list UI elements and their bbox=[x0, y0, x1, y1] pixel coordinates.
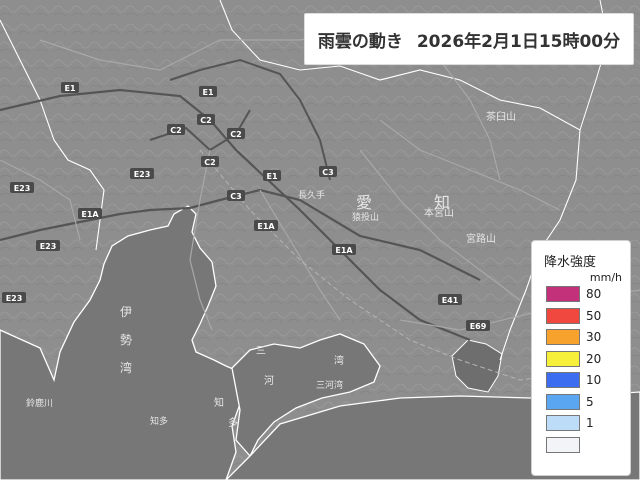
rain-radar-map: C2 C2 C2 C2 C3 C3 E1 E1 E1 E1A E1A E1A E23 E23 E23 E23 E… bbox=[0, 0, 640, 480]
place-label: 三 bbox=[256, 346, 266, 357]
legend-title: 降水強度 bbox=[544, 255, 597, 270]
road-shield-label: E69 bbox=[470, 322, 487, 331]
place-label: 知多 bbox=[150, 415, 168, 427]
place-label: 鈴鹿川 bbox=[26, 397, 53, 409]
place-label: 湾 bbox=[120, 360, 132, 375]
legend-label: 20 bbox=[586, 351, 602, 366]
place-label: 三河湾 bbox=[316, 379, 343, 391]
place-label: 長久手 bbox=[298, 189, 325, 201]
legend-swatch bbox=[546, 350, 580, 367]
road-shield-label: E23 bbox=[6, 294, 23, 303]
road-shield-label: E23 bbox=[134, 170, 151, 179]
road-shield-label: E1A bbox=[257, 222, 275, 231]
road-shield-label: E23 bbox=[40, 242, 57, 251]
legend-swatch bbox=[546, 286, 580, 302]
place-label: 湾 bbox=[334, 354, 344, 367]
legend-label: 50 bbox=[586, 308, 602, 323]
title-timestamp: 2026年2月1日15時00分 bbox=[416, 31, 621, 52]
road-shield-label: C3 bbox=[322, 168, 333, 177]
place-label: 知 bbox=[214, 396, 224, 409]
legend-swatch bbox=[546, 415, 580, 431]
place-label: 多 bbox=[228, 416, 238, 429]
legend-swatch bbox=[546, 307, 580, 324]
place-label: 宮路山 bbox=[466, 232, 496, 245]
legend-swatch bbox=[546, 393, 580, 410]
legend-label: 5 bbox=[586, 394, 594, 409]
legend-swatch bbox=[546, 329, 580, 345]
legend-label: 30 bbox=[586, 330, 602, 344]
region-label-chi: 知 bbox=[434, 193, 450, 212]
place-label: 猿投山 bbox=[352, 211, 379, 223]
legend-label: 80 bbox=[586, 287, 602, 301]
legend-swatch bbox=[546, 372, 580, 388]
place-label: 河 bbox=[264, 375, 274, 387]
legend-label: 1 bbox=[586, 416, 594, 430]
road-shield-label: E1 bbox=[266, 172, 277, 181]
region-label-ai: 愛 bbox=[356, 193, 372, 212]
precipitation-legend: 降水強度 mm/h 80 50 30 20 10 5 1 bbox=[531, 240, 631, 476]
place-label: 伊 bbox=[120, 305, 132, 319]
road-shield-label: E1A bbox=[335, 246, 353, 255]
road-shield-label: C2 bbox=[204, 158, 215, 167]
road-shield-label: C2 bbox=[170, 126, 181, 135]
legend-label: 10 bbox=[586, 373, 602, 387]
legend-swatch bbox=[546, 436, 580, 453]
place-label: 勢 bbox=[120, 332, 132, 347]
title-heading: 雨雲の動き bbox=[317, 31, 403, 52]
road-shield-label: C3 bbox=[230, 192, 241, 201]
road-shield-label: E41 bbox=[442, 296, 459, 305]
place-label: 茶臼山 bbox=[486, 110, 516, 123]
road-shield-label: E23 bbox=[14, 184, 31, 193]
legend-unit: mm/h bbox=[589, 271, 622, 284]
road-shield-label: E1 bbox=[202, 88, 213, 97]
title-banner: 雨雲の動き 2026年2月1日15時00分 bbox=[304, 13, 634, 65]
road-shield-label: E1 bbox=[64, 84, 75, 93]
road-shield-label: E1A bbox=[81, 210, 99, 219]
road-shield-label: C2 bbox=[230, 130, 241, 139]
road-shield-label: C2 bbox=[200, 116, 211, 125]
